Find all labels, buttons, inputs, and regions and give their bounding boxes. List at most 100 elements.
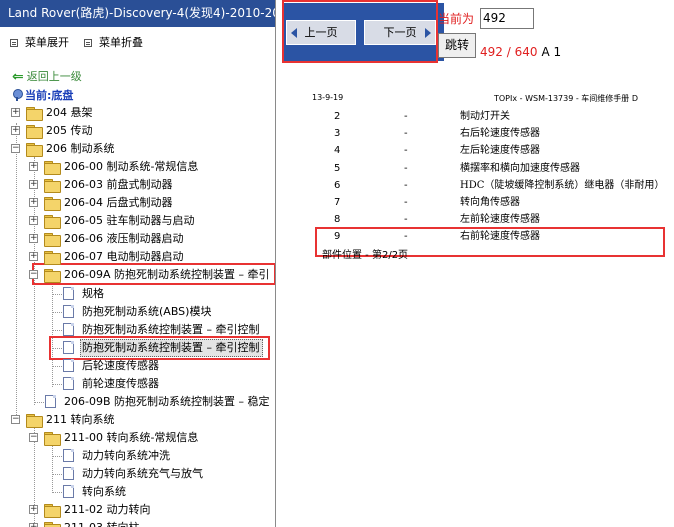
part-dash: - <box>404 197 408 208</box>
expand-icon[interactable]: + <box>29 216 38 225</box>
tree-item-label: 规格 <box>82 287 104 300</box>
tree-item-label: 防抱死制动系统控制装置 – 牵引控制 <box>82 323 260 336</box>
part-dash: - <box>404 128 408 139</box>
tree-item-specs[interactable]: 规格 <box>0 285 275 303</box>
collapse-icon[interactable]: − <box>11 415 20 424</box>
tree-item-label: 211 转向系统 <box>46 413 115 426</box>
part-number: 2 <box>334 111 341 122</box>
document-icon <box>63 359 74 372</box>
expand-icon[interactable]: + <box>11 126 20 135</box>
expand-icon[interactable]: + <box>29 180 38 189</box>
current-location: 当前:底盘 <box>12 87 73 103</box>
tree-item-206-04[interactable]: + 206-04 后盘式制动器 <box>0 194 275 212</box>
menu-collapse-icon <box>84 39 92 47</box>
expand-icon[interactable]: + <box>29 523 38 527</box>
folder-icon <box>44 215 61 229</box>
page-number-input[interactable]: 492 <box>480 8 534 29</box>
part-number: 5 <box>334 163 341 174</box>
tree-item-206-06[interactable]: + 206-06 液压制动器启动 <box>0 230 275 248</box>
highlight-box-nav <box>282 0 438 63</box>
folder-icon <box>26 125 43 139</box>
tree-item-front-wheel-sensor[interactable]: 前轮速度传感器 <box>0 375 275 393</box>
tree-item-204[interactable]: + 204 悬架 <box>0 104 275 122</box>
part-number: 8 <box>334 214 341 225</box>
tree-item-ps-bleed[interactable]: 动力转向系统充气与放气 <box>0 465 275 483</box>
tree-item-steering-system[interactable]: 转向系统 <box>0 483 275 501</box>
expand-icon[interactable]: + <box>29 198 38 207</box>
tree-item-ps-flush[interactable]: 动力转向系统冲洗 <box>0 447 275 465</box>
tree-item-rear-wheel-sensor[interactable]: 后轮速度传感器 <box>0 357 275 375</box>
document-icon <box>63 287 74 300</box>
part-number: 4 <box>334 145 341 156</box>
collapse-icon[interactable]: − <box>29 433 38 442</box>
document-icon <box>63 449 74 462</box>
tree-item-abs-traction-2[interactable]: 防抱死制动系统控制装置 – 牵引控制 <box>0 339 275 357</box>
menu-expand-label: 菜单展开 <box>25 36 69 49</box>
folder-open-icon <box>44 269 61 283</box>
tree-item-206-05[interactable]: + 206-05 驻车制动器与启动 <box>0 212 275 230</box>
back-link[interactable]: ⇐ 返回上一级 <box>12 68 82 85</box>
expand-icon[interactable]: + <box>29 162 38 171</box>
expand-icon[interactable]: + <box>29 252 38 261</box>
folder-icon <box>44 197 61 211</box>
tree-item-label: 206-09A 防抱死制动系统控制装置 – 牵引 <box>64 268 270 281</box>
tree-item-211[interactable]: − 211 转向系统 <box>0 411 275 429</box>
tree-item-abs-traction-1[interactable]: 防抱死制动系统控制装置 – 牵引控制 <box>0 321 275 339</box>
expand-icon[interactable]: + <box>29 505 38 514</box>
tree-item-206-03[interactable]: + 206-03 前盘式制动器 <box>0 176 275 194</box>
tree-item-206-09b[interactable]: 206-09B 防抱死制动系统控制装置 – 稳定 <box>0 393 275 411</box>
part-dash: - <box>404 214 408 225</box>
menu-expand-button[interactable]: 菜单展开 <box>10 34 69 50</box>
tree-item-211-02[interactable]: + 211-02 动力转向 <box>0 501 275 519</box>
location-pin-icon <box>12 89 23 101</box>
go-button[interactable]: 跳转 <box>438 33 476 58</box>
tree-item-206-07[interactable]: + 206-07 电动制动器启动 <box>0 248 275 266</box>
tree-item-206-09a[interactable]: − 206-09A 防抱死制动系统控制装置 – 牵引 <box>0 266 275 284</box>
tree-item-abs-module[interactable]: 防抱死制动系统(ABS)模块 <box>0 303 275 321</box>
tree-item-211-00[interactable]: − 211-00 转向系统-常规信息 <box>0 429 275 447</box>
part-name: 左后轮速度传感器 <box>460 145 540 156</box>
menu-collapse-button[interactable]: 菜单折叠 <box>84 34 143 50</box>
part-dash: - <box>404 163 408 174</box>
folder-icon <box>44 161 61 175</box>
tree-item-label: 206-09B 防抱死制动系统控制装置 – 稳定 <box>64 395 270 408</box>
folder-open-icon <box>26 143 43 157</box>
document-icon <box>63 467 74 480</box>
tree-item-label: 206-00 制动系统-常规信息 <box>64 160 199 173</box>
content-pane: 上一页 下一页 当前为 492 跳转 492 / 640 A 1 13-9-19 … <box>276 0 674 527</box>
tree-item-label: 动力转向系统充气与放气 <box>82 467 203 480</box>
expand-icon[interactable]: + <box>29 234 38 243</box>
part-name: 右后轮速度传感器 <box>460 128 540 139</box>
tree-item-206-00[interactable]: + 206-00 制动系统-常规信息 <box>0 158 275 176</box>
part-name: 制动灯开关 <box>460 111 510 122</box>
part-number: 3 <box>334 128 341 139</box>
tree-item-205[interactable]: + 205 传动 <box>0 122 275 140</box>
document-icon <box>45 395 56 408</box>
folder-icon <box>44 233 61 247</box>
back-label: 返回上一级 <box>26 70 82 83</box>
tree-item-label: 204 悬架 <box>46 106 93 119</box>
navigation-pane: Land Rover(路虎)-Discovery-4(发现4)-2010-20 … <box>0 0 276 527</box>
tree-item-label: 206-03 前盘式制动器 <box>64 178 173 191</box>
tree-item-label: 206 制动系统 <box>46 142 115 155</box>
current-page-label: 当前为 <box>438 12 475 26</box>
folder-open-icon <box>44 432 61 446</box>
tree-item-label: 206-07 电动制动器启动 <box>64 250 184 263</box>
folder-icon <box>44 522 61 527</box>
tree-item-label: 后轮速度传感器 <box>82 359 159 372</box>
tree-item-206[interactable]: − 206 制动系统 <box>0 140 275 158</box>
document-icon <box>63 377 74 390</box>
menu-expand-icon <box>10 39 18 47</box>
collapse-icon[interactable]: − <box>11 144 20 153</box>
folder-icon <box>44 179 61 193</box>
folder-icon <box>44 504 61 518</box>
collapse-icon[interactable]: − <box>29 270 38 279</box>
folder-icon <box>44 251 61 265</box>
tree-item-211-03[interactable]: + 211-03 转向柱 <box>0 519 275 527</box>
part-name: 右前轮速度传感器 <box>460 231 540 242</box>
doc-footer: 部件位置 - 第2/2页 <box>322 250 409 261</box>
part-dash: - <box>404 180 408 191</box>
document-page: 13-9-19 TOPIx - WSM-13739 - 车间维修手册 D 2 -… <box>276 70 674 527</box>
tree-item-label: 转向系统 <box>82 485 126 498</box>
expand-icon[interactable]: + <box>11 108 20 117</box>
